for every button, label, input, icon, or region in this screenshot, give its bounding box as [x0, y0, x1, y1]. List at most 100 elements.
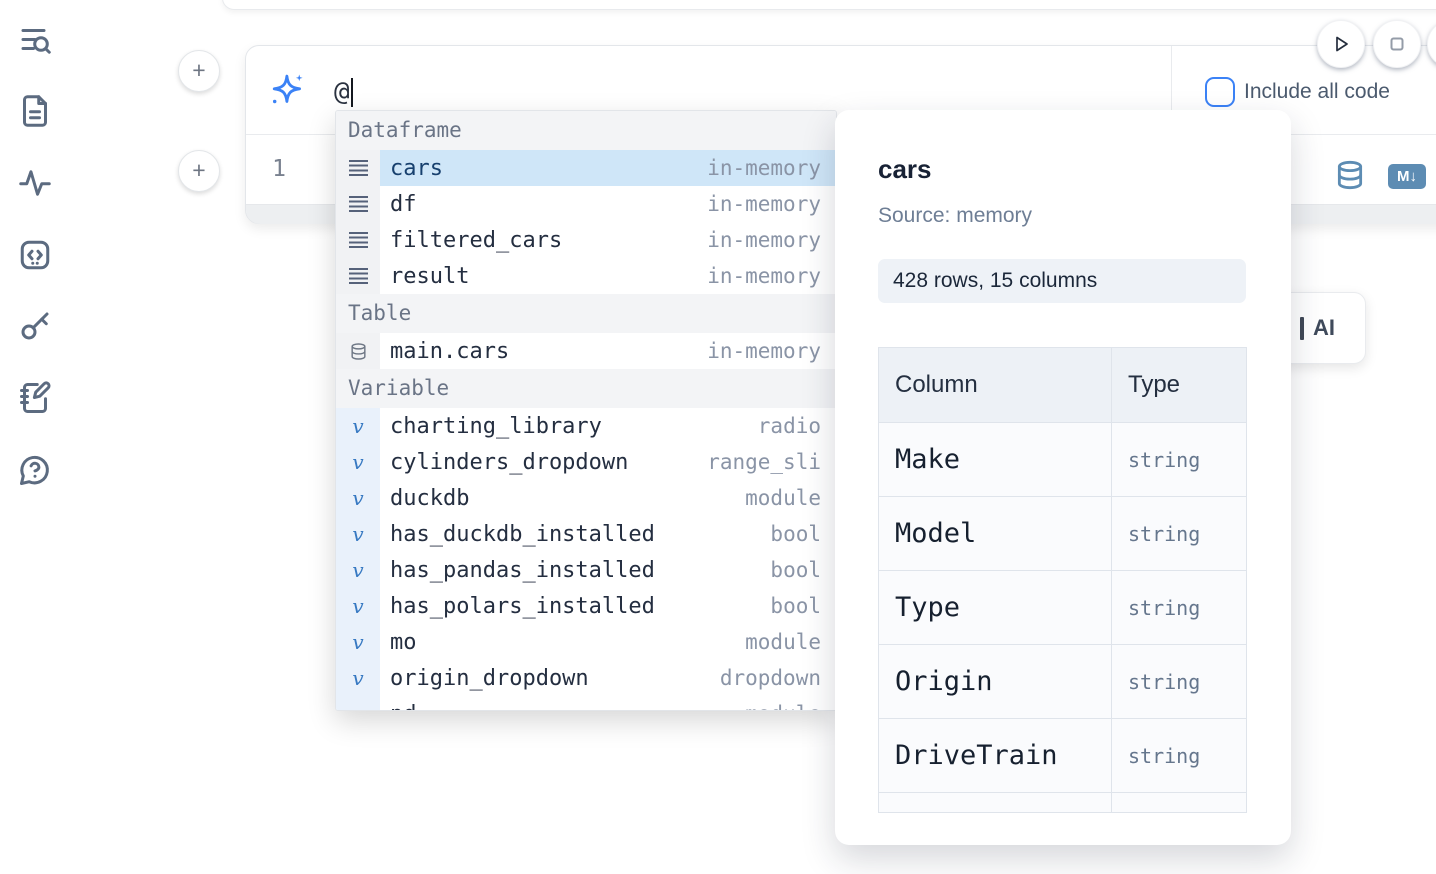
line-number: 1: [268, 135, 290, 204]
schema-row: Make string: [879, 423, 1247, 497]
stop-icon: [1385, 32, 1409, 56]
dataframe-icon: [349, 160, 368, 176]
completion-item-gutter: v: [336, 624, 380, 660]
section-label: Table: [348, 301, 411, 325]
preview-source: Source: memory: [878, 204, 1032, 228]
completion-item-gutter: v: [336, 588, 380, 624]
help-chat-icon: [17, 452, 53, 488]
completion-item-meta: range_sli: [707, 450, 821, 474]
completion-item-origin_dropdown[interactable]: v origin_dropdown dropdown: [336, 660, 836, 696]
completion-item-name: cylinders_dropdown: [390, 450, 707, 475]
completion-item-name: duckdb: [390, 486, 745, 511]
add-cell-button-top[interactable]: +: [178, 50, 220, 92]
completion-item-result[interactable]: v result in-memory: [336, 258, 836, 294]
completion-item-gutter: v: [336, 480, 380, 516]
dataframe-preview-panel: cars Source: memory 428 rows, 15 columns…: [835, 110, 1291, 845]
prompt-text: @: [334, 77, 350, 107]
completion-item-name: main.cars: [390, 339, 707, 364]
sidebar-item-key[interactable]: [16, 307, 54, 345]
table-icon: [349, 342, 368, 361]
completion-item-name: charting_library: [390, 414, 758, 439]
include-all-code-label: Include all code: [1244, 77, 1390, 107]
notebook-edit-icon: [17, 380, 53, 416]
completion-item-meta: module: [745, 702, 821, 711]
sidebar-item-help-chat[interactable]: [16, 451, 54, 489]
completion-item-duckdb[interactable]: v duckdb module: [336, 480, 836, 516]
completion-item-gutter: v: [336, 516, 380, 552]
dataframe-icon: [349, 196, 368, 212]
sidebar-item-activity[interactable]: [16, 164, 54, 202]
section-label: Dataframe: [348, 118, 462, 142]
schema-column-type: string: [1112, 571, 1247, 645]
variable-icon: v: [352, 668, 363, 688]
completion-item-meta: module: [745, 630, 821, 654]
marimo-notebook: + + @ Include all code 1: [0, 0, 1436, 874]
schema-table: Column Type Make string Model string Typ…: [878, 347, 1247, 813]
code-snippet-icon: [17, 237, 53, 273]
completion-item-name: has_pandas_installed: [390, 558, 770, 583]
schema-column-name: Type: [879, 571, 1112, 645]
sidebar-item-search-list[interactable]: [16, 22, 54, 60]
completion-item-name: has_polars_installed: [390, 594, 770, 619]
markdown-badge[interactable]: M↓: [1388, 164, 1426, 189]
schema-row-clipped: [879, 793, 1247, 813]
completion-item-meta: in-memory: [707, 156, 821, 180]
completion-item-meta: bool: [770, 558, 821, 582]
dataframe-icon: [349, 232, 368, 248]
schema-column-type: string: [1112, 719, 1247, 793]
completion-item-main.cars[interactable]: v main.cars in-memory: [336, 333, 836, 369]
completion-item-gutter: v: [336, 186, 380, 222]
completion-item-name: cars: [390, 156, 707, 181]
schema-column-name: Origin: [879, 645, 1112, 719]
completion-item-meta: in-memory: [707, 264, 821, 288]
sidebar-item-document[interactable]: [16, 92, 54, 130]
completion-item-name: pd: [390, 702, 745, 712]
shape-badge: 428 rows, 15 columns: [878, 259, 1246, 303]
completion-item-meta: in-memory: [707, 192, 821, 216]
completion-item-meta: in-memory: [707, 339, 821, 363]
document-icon: [17, 93, 53, 129]
completion-item-name: filtered_cars: [390, 228, 707, 253]
add-cell-button-bottom[interactable]: +: [178, 150, 220, 192]
variable-icon: v: [352, 596, 363, 616]
completion-section-dataframe: Dataframe: [336, 111, 836, 150]
sidebar-item-code-snippet[interactable]: [16, 236, 54, 274]
completion-item-has_duckdb_installed[interactable]: v has_duckdb_installed bool: [336, 516, 836, 552]
schema-row: Model string: [879, 497, 1247, 571]
completion-item-pd[interactable]: v pd module: [336, 696, 836, 711]
completion-item-gutter: v: [336, 408, 380, 444]
run-cell-button[interactable]: [1317, 20, 1365, 68]
completion-item-has_polars_installed[interactable]: v has_polars_installed bool: [336, 588, 836, 624]
completion-item-gutter: v: [336, 150, 380, 186]
completion-item-meta: dropdown: [720, 666, 821, 690]
datasource-icon[interactable]: [1334, 159, 1366, 191]
ai-prompt-input[interactable]: @: [334, 76, 353, 108]
preview-title: cars: [878, 154, 932, 185]
completion-item-gutter: v: [336, 660, 380, 696]
activity-icon: [17, 165, 53, 201]
completion-item-charting_library[interactable]: v charting_library radio: [336, 408, 836, 444]
schema-column-type: string: [1112, 645, 1247, 719]
text-cursor: [351, 78, 353, 107]
schema-column-name: Make: [879, 423, 1112, 497]
sidebar-item-notebook-edit[interactable]: [16, 379, 54, 417]
completion-item-filtered_cars[interactable]: v filtered_cars in-memory: [336, 222, 836, 258]
ai-button-label: AI: [1313, 315, 1335, 341]
completion-item-cars[interactable]: v cars in-memory: [336, 150, 836, 186]
section-label: Variable: [348, 376, 449, 400]
variable-icon: v: [352, 632, 363, 652]
completion-section-table: Table: [336, 294, 836, 333]
completion-item-has_pandas_installed[interactable]: v has_pandas_installed bool: [336, 552, 836, 588]
include-all-code-checkbox[interactable]: [1205, 77, 1235, 107]
variable-icon: v: [352, 560, 363, 580]
completion-item-gutter: v: [336, 222, 380, 258]
completion-item-meta: in-memory: [707, 228, 821, 252]
completion-item-gutter: v: [336, 444, 380, 480]
schema-column-type: string: [1112, 497, 1247, 571]
completion-item-mo[interactable]: v mo module: [336, 624, 836, 660]
schema-column-type: string: [1112, 423, 1247, 497]
completion-item-df[interactable]: v df in-memory: [336, 186, 836, 222]
variable-icon: v: [352, 488, 363, 508]
completion-item-cylinders_dropdown[interactable]: v cylinders_dropdown range_sli: [336, 444, 836, 480]
stop-button[interactable]: [1373, 20, 1421, 68]
